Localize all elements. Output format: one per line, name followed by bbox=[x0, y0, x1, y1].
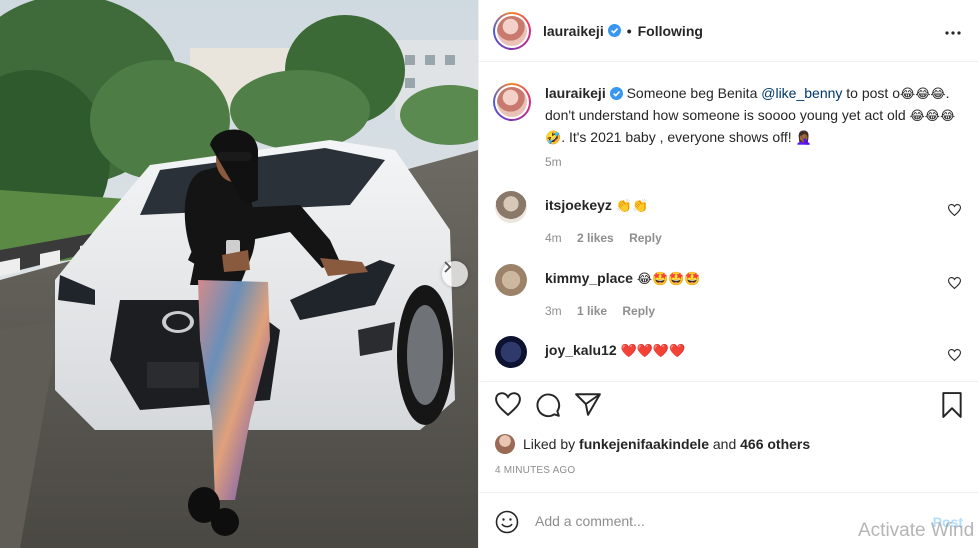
comments-scroll-area[interactable]: lauraikeji Someone beg Benita @like_benn… bbox=[479, 63, 978, 381]
comment-bubble-icon[interactable] bbox=[535, 392, 561, 421]
comment-text: 😂🤩🤩🤩 bbox=[636, 272, 701, 287]
comment-item: itsjoekeyz 👏👏 4m 2 likes Reply bbox=[493, 191, 963, 251]
commenter-username[interactable]: joy_kalu12 bbox=[545, 342, 617, 358]
photo-illustration bbox=[0, 0, 478, 548]
caption-segment: to post o bbox=[842, 85, 900, 101]
post-photo[interactable] bbox=[0, 0, 478, 548]
likes-and: and bbox=[708, 436, 741, 452]
add-comment-bar: Post bbox=[479, 492, 978, 548]
post-modal: lauraikeji • Following lauraikeji Someon… bbox=[0, 0, 978, 548]
heart-icon[interactable] bbox=[947, 348, 962, 364]
post-comment-button[interactable]: Post bbox=[933, 514, 963, 530]
reply-button[interactable]: Reply bbox=[629, 231, 662, 245]
heart-icon[interactable] bbox=[947, 276, 962, 292]
add-comment-input[interactable] bbox=[535, 509, 905, 533]
caption-username[interactable]: lauraikeji bbox=[545, 85, 606, 101]
post-side-panel: lauraikeji • Following lauraikeji Someon… bbox=[478, 0, 978, 548]
heart-icon[interactable] bbox=[947, 203, 962, 219]
caption-segment: Someone beg Benita bbox=[626, 85, 762, 101]
author-avatar[interactable] bbox=[493, 11, 531, 50]
likes-summary: Liked by funkejenifaakindele and 466 oth… bbox=[495, 434, 810, 454]
comment-text: ❤️❤️❤️❤️ bbox=[620, 344, 686, 359]
verified-badge-icon bbox=[607, 24, 621, 37]
caption-time[interactable]: 5m bbox=[545, 155, 562, 169]
emoji-smiley-icon[interactable] bbox=[495, 510, 519, 537]
post-header: lauraikeji • Following bbox=[479, 0, 978, 62]
following-button[interactable]: Following bbox=[638, 23, 703, 39]
caption-segment: . It's 2021 baby , everyone shows off! bbox=[561, 129, 796, 145]
share-paper-plane-icon[interactable] bbox=[575, 392, 601, 419]
comment-time[interactable]: 3m bbox=[545, 304, 562, 318]
likes-prefix: Liked by bbox=[523, 436, 576, 452]
comment-time[interactable]: 4m bbox=[545, 231, 562, 245]
caption-author-avatar[interactable] bbox=[493, 83, 531, 121]
caption-emoji: 😂😂😂 bbox=[900, 87, 946, 102]
post-caption: lauraikeji Someone beg Benita @like_benn… bbox=[493, 83, 963, 149]
comment-likes[interactable]: 2 likes bbox=[577, 231, 614, 245]
liker-avatar[interactable] bbox=[495, 434, 515, 454]
commenter-avatar[interactable] bbox=[495, 336, 527, 368]
next-photo-button[interactable] bbox=[442, 261, 468, 287]
commenter-username[interactable]: kimmy_place bbox=[545, 270, 633, 286]
comment-item: joy_kalu12 ❤️❤️❤️❤️ bbox=[493, 336, 963, 381]
mention-link[interactable]: @like_benny bbox=[761, 85, 842, 101]
commenter-avatar[interactable] bbox=[495, 191, 527, 223]
liker-username[interactable]: funkejenifaakindele bbox=[579, 436, 709, 452]
likes-others-link[interactable]: 466 others bbox=[740, 436, 810, 452]
save-bookmark-icon[interactable] bbox=[941, 392, 963, 421]
commenter-username[interactable]: itsjoekeyz bbox=[545, 197, 612, 213]
more-options-icon[interactable] bbox=[945, 22, 961, 38]
verified-badge-icon bbox=[609, 85, 623, 100]
post-actions-bar bbox=[479, 381, 978, 431]
comment-text: 👏👏 bbox=[615, 199, 649, 214]
reply-button[interactable]: Reply bbox=[622, 304, 655, 318]
post-timestamp[interactable]: 4 MINUTES AGO bbox=[495, 465, 575, 476]
comment-likes[interactable]: 1 like bbox=[577, 304, 607, 318]
comment-item: kimmy_place 😂🤩🤩🤩 3m 1 like Reply bbox=[493, 264, 963, 324]
commenter-avatar[interactable] bbox=[495, 264, 527, 296]
caption-emoji: 🤦🏾‍♀️ bbox=[795, 131, 812, 146]
like-heart-icon[interactable] bbox=[495, 392, 521, 419]
caption-text: lauraikeji Someone beg Benita @like_benn… bbox=[545, 83, 963, 149]
separator-dot: • bbox=[626, 22, 632, 39]
author-username[interactable]: lauraikeji bbox=[543, 23, 604, 39]
